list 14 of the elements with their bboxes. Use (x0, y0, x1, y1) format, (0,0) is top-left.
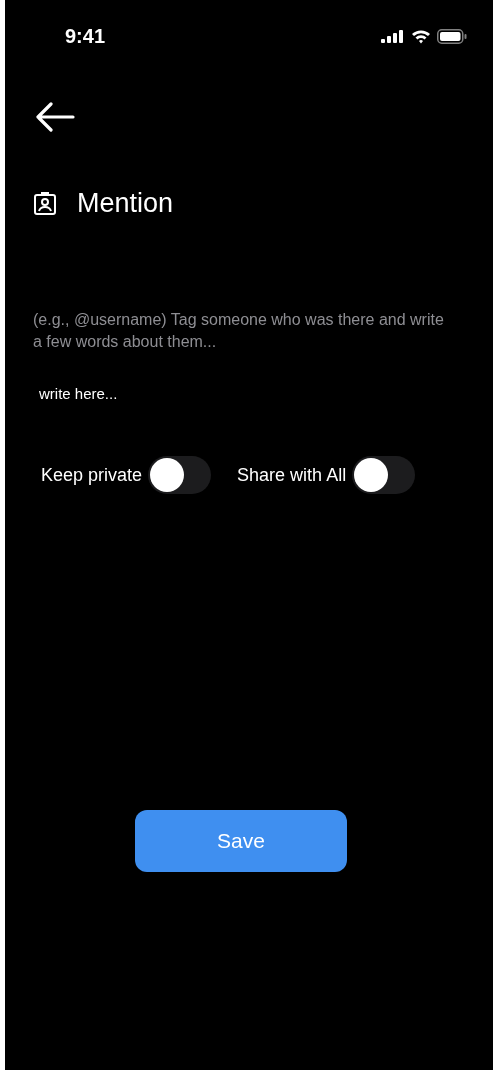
battery-icon (437, 28, 467, 44)
toggle-label: Keep private (41, 464, 143, 486)
toggle-label: Share with All (237, 464, 347, 486)
save-button[interactable]: Save (135, 810, 347, 872)
back-button[interactable] (35, 102, 75, 132)
wifi-icon (411, 28, 431, 44)
status-time: 9:41 (65, 24, 106, 48)
page-title: Mention (77, 188, 174, 219)
id-badge-icon (33, 191, 57, 216)
toggle-switch[interactable] (352, 456, 416, 494)
toggle-switch[interactable] (148, 456, 212, 494)
signal-icon (381, 29, 405, 43)
input-field[interactable]: write here... (39, 381, 339, 406)
hint-text: (e.g., @username) Tag someone who was there and write a few words about them... (33, 310, 445, 352)
